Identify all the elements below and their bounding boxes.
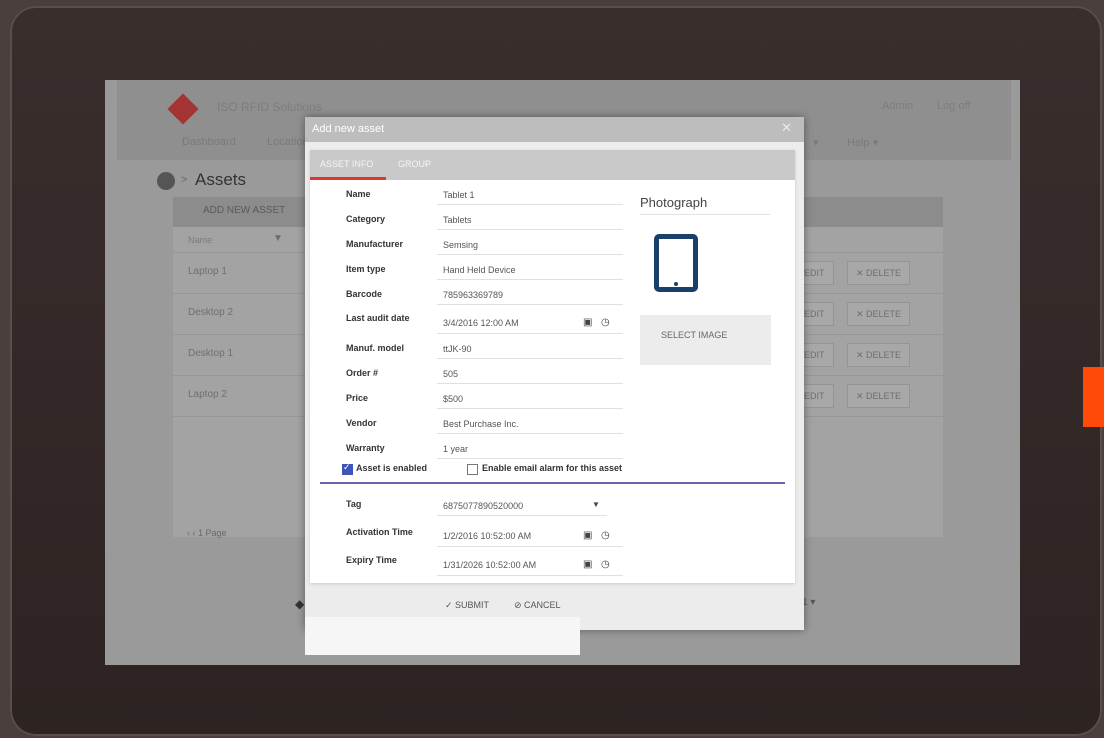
- asset-name: Desktop 1: [188, 348, 234, 359]
- back-arrow-icon[interactable]: ◆: [295, 597, 304, 611]
- tag-select[interactable]: 6875077890520000: [437, 496, 607, 516]
- photograph-underline: [640, 214, 770, 215]
- add-new-asset-button[interactable]: ADD NEW ASSET: [203, 205, 285, 216]
- submit-button[interactable]: ✓ SUBMIT: [445, 600, 489, 611]
- section-divider: [320, 482, 785, 484]
- manufacturer-field[interactable]: Semsing: [437, 235, 623, 255]
- name-label: Name: [346, 189, 371, 199]
- clock-icon[interactable]: ◷: [601, 559, 610, 570]
- delete-button[interactable]: ✕ DELETE: [847, 261, 911, 285]
- activation-time-field[interactable]: 1/2/2016 10:52:00 AM: [437, 525, 623, 547]
- manuf-model-label: Manuf. model: [346, 343, 404, 353]
- manuf-model-field[interactable]: ttJK-90: [437, 339, 623, 359]
- manufacturer-label: Manufacturer: [346, 239, 404, 249]
- email-alarm-checkbox[interactable]: [467, 464, 478, 475]
- dialog-footer: [305, 617, 580, 655]
- dropdown-icon[interactable]: ▼: [592, 500, 600, 509]
- last-audit-date-field[interactable]: 3/4/2016 12:00 AM: [437, 312, 623, 334]
- dialog-title: Add new asset: [312, 123, 385, 135]
- email-alarm-label: Enable email alarm for this asset: [482, 463, 623, 473]
- calendar-icon[interactable]: ▣: [583, 317, 592, 328]
- logo-icon: [167, 93, 199, 125]
- asset-name: Desktop 2: [188, 307, 234, 318]
- brand-name: ISO RFID Solutions: [217, 100, 322, 114]
- clock-icon[interactable]: ◷: [601, 317, 610, 328]
- active-tab-indicator: [310, 177, 386, 180]
- name-column-header: Name: [188, 235, 213, 245]
- close-icon[interactable]: ✕: [781, 120, 792, 136]
- last-audit-date-label: Last audit date: [346, 313, 410, 323]
- warranty-label: Warranty: [346, 443, 385, 453]
- nav-dashboard[interactable]: Dashboard: [182, 136, 236, 148]
- expiry-time-label: Expiry Time: [346, 555, 397, 565]
- activation-time-label: Activation Time: [346, 527, 413, 537]
- asset-name: Laptop 2: [188, 389, 227, 400]
- name-field[interactable]: Tablet 1: [437, 185, 623, 205]
- home-icon[interactable]: [157, 172, 175, 190]
- delete-button[interactable]: ✕ DELETE: [847, 343, 911, 367]
- page-title: Assets: [195, 170, 247, 189]
- side-tab[interactable]: [1083, 367, 1104, 427]
- nav-dropdown[interactable]: ▾: [813, 136, 819, 149]
- add-asset-dialog: Add new asset ✕ ASSET INFO GROUP Name Ta…: [305, 117, 804, 655]
- category-label: Category: [346, 214, 386, 224]
- clock-icon[interactable]: ◷: [601, 530, 610, 541]
- pager[interactable]: ‹ ‹ 1 Page: [187, 528, 227, 538]
- order-field[interactable]: 505: [437, 364, 623, 384]
- calendar-icon[interactable]: ▣: [583, 530, 592, 541]
- asset-enabled-checkbox[interactable]: [342, 462, 353, 475]
- warranty-field[interactable]: 1 year: [437, 439, 623, 459]
- dialog-titlebar: Add new asset ✕: [305, 117, 804, 142]
- admin-link[interactable]: Admin: [882, 100, 913, 112]
- breadcrumb-chevron: >: [181, 174, 188, 186]
- expiry-time-field[interactable]: 1/31/2026 10:52:00 AM: [437, 554, 623, 576]
- photograph-label: Photograph: [640, 195, 708, 210]
- price-field[interactable]: $500: [437, 389, 623, 409]
- asset-enabled-label: Asset is enabled: [356, 463, 428, 473]
- category-field[interactable]: Tablets: [437, 210, 623, 230]
- delete-button[interactable]: ✕ DELETE: [847, 384, 911, 408]
- item-type-field[interactable]: Hand Held Device: [437, 260, 623, 280]
- asset-form-card: ASSET INFO GROUP Name Tablet 1 Category …: [310, 150, 795, 583]
- tablet-icon: [654, 234, 698, 292]
- select-image-button[interactable]: SELECT IMAGE: [640, 315, 771, 365]
- cancel-button[interactable]: ⊘ CANCEL: [514, 600, 561, 611]
- tab-group[interactable]: GROUP: [398, 159, 431, 169]
- asset-name: Laptop 1: [188, 266, 227, 277]
- filter-icon[interactable]: ▼: [273, 233, 283, 244]
- tab-asset-info[interactable]: ASSET INFO: [320, 159, 373, 169]
- logoff-link[interactable]: Log off: [937, 100, 970, 112]
- barcode-label: Barcode: [346, 289, 383, 299]
- vendor-label: Vendor: [346, 418, 377, 428]
- nav-help[interactable]: Help ▾: [847, 136, 878, 149]
- vendor-field[interactable]: Best Purchase Inc.: [437, 414, 623, 434]
- barcode-field[interactable]: 785963369789: [437, 285, 623, 305]
- tag-label: Tag: [346, 499, 362, 509]
- calendar-icon[interactable]: ▣: [583, 559, 592, 570]
- dialog-body: ASSET INFO GROUP Name Tablet 1 Category …: [305, 142, 804, 655]
- delete-button[interactable]: ✕ DELETE: [847, 302, 911, 326]
- item-type-label: Item type: [346, 264, 386, 274]
- price-label: Price: [346, 393, 369, 403]
- page-size-select[interactable]: 1 ▾: [802, 597, 815, 608]
- order-label: Order #: [346, 368, 379, 378]
- tab-bar: ASSET INFO GROUP: [310, 150, 795, 180]
